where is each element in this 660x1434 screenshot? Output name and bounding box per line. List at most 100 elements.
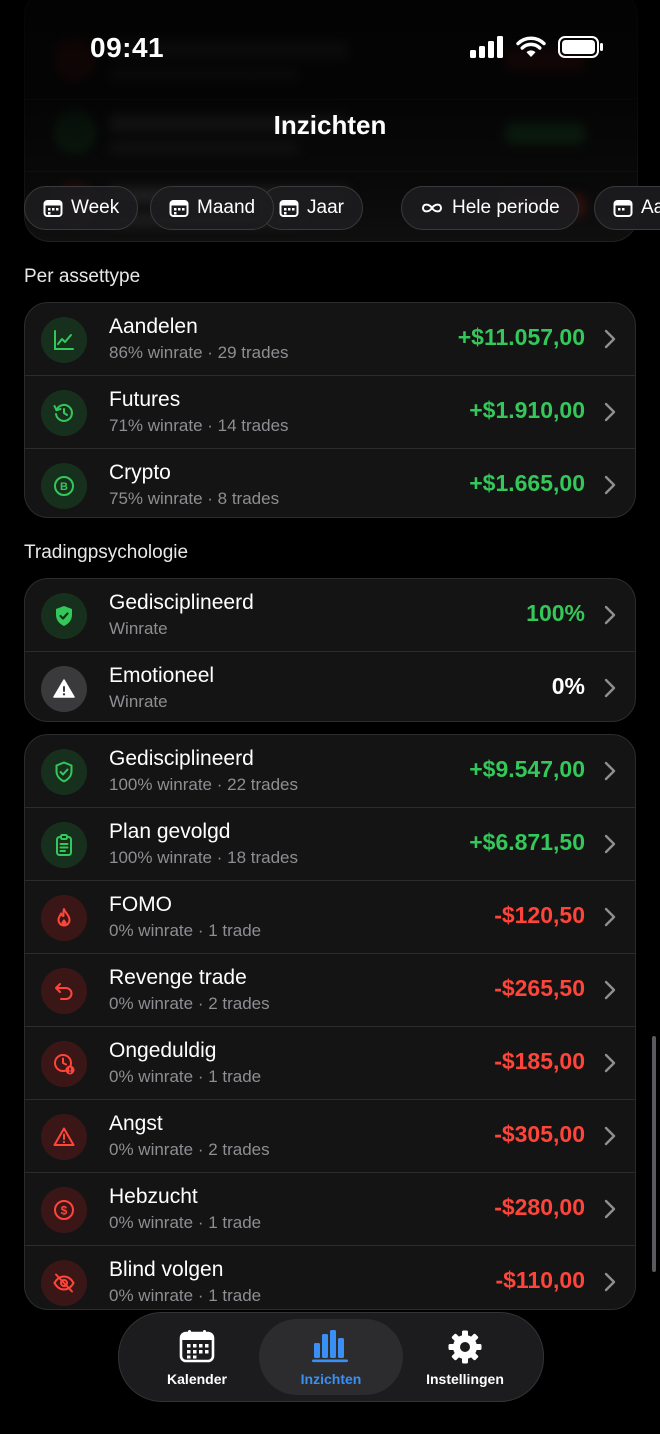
psych-row-blind-follow[interactable]: Blind volgen 0% winrate · 1 trade -$110,…: [25, 1245, 635, 1309]
tab-label: Instellingen: [426, 1371, 504, 1387]
psych-summary-emotional[interactable]: Emotioneel Winrate 0%: [25, 651, 635, 721]
calendar-icon: [279, 198, 299, 218]
asset-row-aandelen[interactable]: Aandelen 86% winrate · 29 trades +$11.05…: [25, 303, 635, 375]
psych-subtitle: 0% winrate · 1 trade: [109, 1213, 262, 1232]
psych-subtitle: Winrate: [109, 692, 168, 711]
scrollbar[interactable]: [652, 1036, 656, 1272]
psych-title: Plan gevolgd: [109, 820, 231, 843]
chevron-right-icon: [604, 475, 616, 495]
period-week-pill[interactable]: Week: [24, 186, 139, 230]
period-all-pill[interactable]: Hele periode: [401, 186, 579, 230]
shield-check-icon: [41, 593, 87, 639]
period-year-label: Jaar: [307, 197, 344, 218]
asset-section-label: Per assettype: [24, 266, 141, 287]
psych-row-plan-followed[interactable]: Plan gevolgd 100% winrate · 18 trades +$…: [25, 807, 635, 880]
period-month-label: Maand: [197, 197, 256, 218]
battery-icon: [558, 36, 603, 58]
calendar-grid-icon: [125, 1329, 269, 1365]
tab-label: Kalender: [167, 1371, 227, 1387]
warning-icon: [41, 666, 87, 712]
chevron-right-icon: [604, 907, 616, 927]
psych-value: -$110,00: [495, 1267, 585, 1293]
psych-value: -$120,50: [494, 902, 585, 928]
wifi-icon: [516, 36, 546, 57]
asset-value: +$11.057,00: [457, 324, 585, 350]
period-month-pill[interactable]: Maand: [150, 186, 275, 230]
status-icons: [470, 36, 604, 58]
cellular-signal-icon: [470, 36, 503, 58]
psych-title: Hebzucht: [109, 1185, 198, 1208]
asset-value: +$1.910,00: [469, 397, 585, 423]
asset-row-futures[interactable]: Futures 71% winrate · 14 trades +$1.910,…: [25, 375, 635, 448]
psych-value: -$265,50: [494, 975, 585, 1001]
chevron-right-icon: [604, 678, 616, 698]
tab-inzichten[interactable]: Inzichten: [259, 1319, 403, 1395]
tab-kalender[interactable]: Kalender: [125, 1319, 269, 1395]
psych-value: -$185,00: [494, 1048, 585, 1074]
psych-subtitle: 0% winrate · 2 trades: [109, 1140, 270, 1159]
psych-row-greed[interactable]: $ Hebzucht 0% winrate · 1 trade -$280,00: [25, 1172, 635, 1245]
psych-row-disciplined[interactable]: Gedisciplineerd 100% winrate · 22 trades…: [25, 735, 635, 807]
page-title: Inzichten: [273, 110, 387, 140]
calendar-icon: [43, 198, 63, 218]
svg-text:B: B: [60, 481, 68, 493]
shield-check-icon: [41, 749, 87, 795]
psych-row-fomo[interactable]: FOMO 0% winrate · 1 trade -$120,50: [25, 880, 635, 953]
bitcoin-icon: B: [41, 463, 87, 509]
dollar-icon: $: [41, 1187, 87, 1233]
psych-summary-disciplined[interactable]: Gedisciplineerd Winrate 100%: [25, 579, 635, 651]
asset-title: Futures: [109, 388, 181, 411]
period-week-label: Week: [71, 197, 120, 218]
chevron-right-icon: [604, 1053, 616, 1073]
psych-value: 0%: [551, 673, 585, 699]
psych-subtitle: 0% winrate · 2 trades: [109, 994, 270, 1013]
asset-value: +$1.665,00: [469, 470, 585, 496]
psych-title: Gedisciplineerd: [109, 591, 254, 614]
psych-subtitle: 100% winrate · 22 trades: [109, 775, 298, 794]
warning-icon: [41, 1114, 87, 1160]
chevron-right-icon: [604, 1272, 616, 1292]
psych-title: Gedisciplineerd: [109, 747, 254, 770]
psych-subtitle: 0% winrate · 1 trade: [109, 1286, 262, 1305]
psych-title: FOMO: [109, 893, 172, 916]
asset-row-crypto[interactable]: B Crypto 75% winrate · 8 trades +$1.665,…: [25, 448, 635, 517]
chevron-right-icon: [604, 402, 616, 422]
psych-value: +$9.547,00: [469, 756, 585, 782]
psych-title: Ongeduldig: [109, 1039, 217, 1062]
psych-subtitle: 0% winrate · 1 trade: [109, 1067, 262, 1086]
gear-icon: [393, 1329, 537, 1365]
tab-label: Inzichten: [300, 1371, 362, 1387]
tab-instellingen[interactable]: Instellingen: [393, 1319, 537, 1395]
period-selector: Week Jaar Maand Hele periode Aa: [24, 186, 660, 232]
psych-row-fear[interactable]: Angst 0% winrate · 2 trades -$305,00: [25, 1099, 635, 1172]
chevron-right-icon: [604, 761, 616, 781]
psych-value: -$280,00: [494, 1194, 585, 1220]
clipboard-icon: [41, 822, 87, 868]
calendar-icon: [169, 198, 189, 218]
psych-row-impatient[interactable]: Ongeduldig 0% winrate · 1 trade -$185,00: [25, 1026, 635, 1099]
psych-row-revenge[interactable]: Revenge trade 0% winrate · 2 trades -$26…: [25, 953, 635, 1026]
psych-subtitle: 0% winrate · 1 trade: [109, 921, 262, 940]
psych-subtitle: 100% winrate · 18 trades: [109, 848, 298, 867]
period-year-pill[interactable]: Jaar: [260, 186, 363, 230]
chevron-right-icon: [604, 329, 616, 349]
asset-subtitle: 75% winrate · 8 trades: [109, 489, 280, 508]
chevron-right-icon: [604, 1199, 616, 1219]
calendar-icon: [613, 198, 633, 218]
status-time: 09:41: [90, 32, 165, 63]
clock-alert-icon: [41, 1041, 87, 1087]
history-icon: [41, 390, 87, 436]
psych-subtitle: Winrate: [109, 619, 168, 638]
period-custom-label: Aa: [641, 197, 660, 218]
infinity-icon: [420, 198, 444, 218]
psych-summary-card: Gedisciplineerd Winrate 100% Emotioneel …: [24, 578, 636, 722]
psych-title: Emotioneel: [109, 664, 215, 687]
asset-subtitle: 86% winrate · 29 trades: [109, 343, 289, 362]
asset-title: Crypto: [109, 461, 171, 484]
bar-chart-icon: [259, 1329, 403, 1365]
tab-bar: Kalender Inzichten Instellingen: [118, 1312, 544, 1402]
asset-card: Aandelen 86% winrate · 29 trades +$11.05…: [24, 302, 636, 518]
asset-subtitle: 71% winrate · 14 trades: [109, 416, 289, 435]
psych-value: +$6.871,50: [469, 829, 585, 855]
period-custom-pill[interactable]: Aa: [594, 186, 660, 230]
